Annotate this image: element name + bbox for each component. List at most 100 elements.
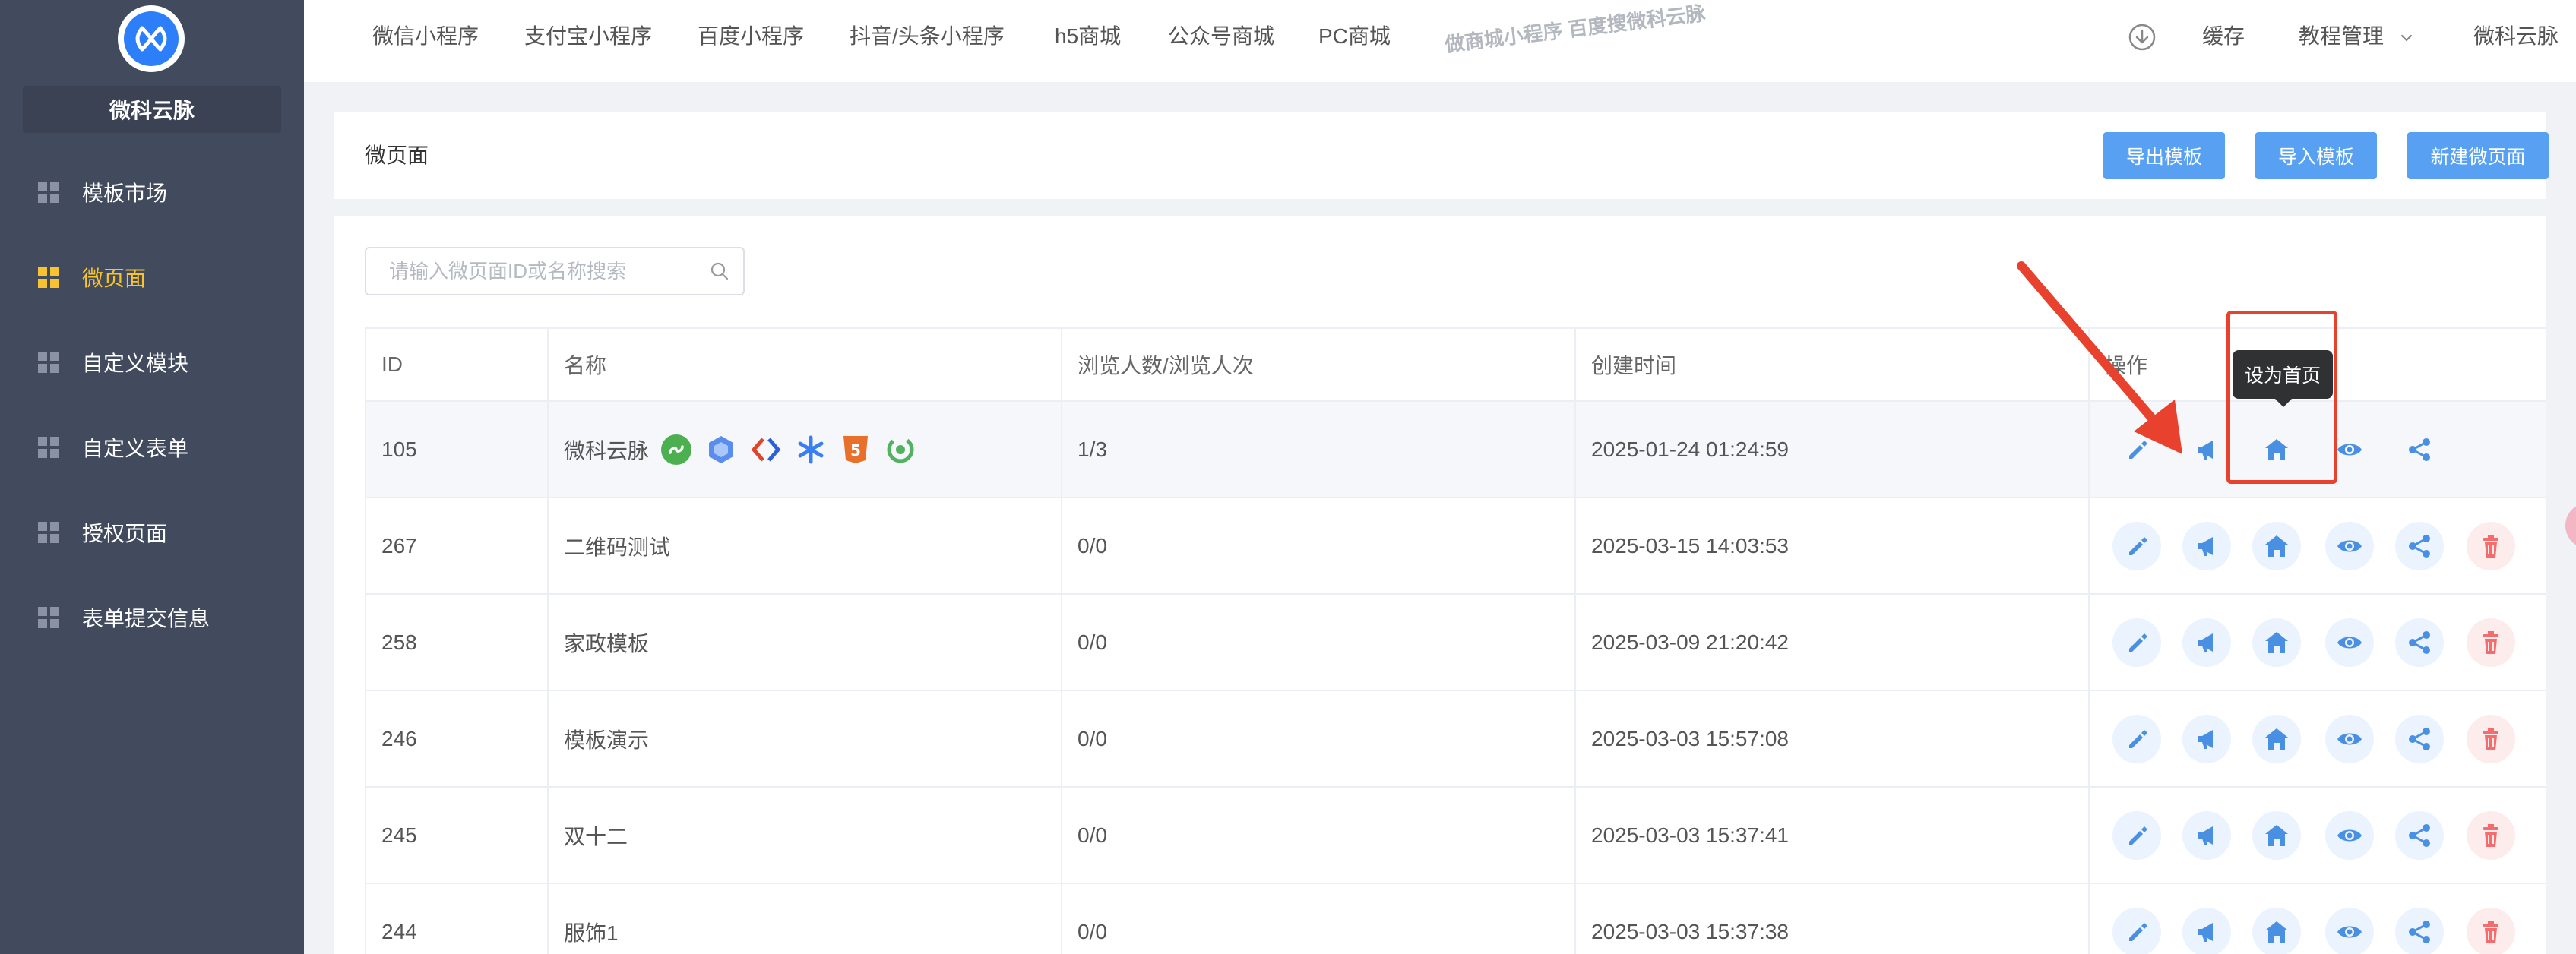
sidebar-item-custom-module[interactable]: 自定义模块: [0, 336, 304, 389]
header-id: ID: [366, 329, 549, 400]
page-header: 微页面 导出模板 导入模板 新建微页面: [334, 112, 2549, 199]
promote-button[interactable]: [2182, 810, 2231, 860]
delete-button[interactable]: [2467, 714, 2515, 763]
wechat-official-icon: [887, 436, 914, 463]
topnav-h5-mall[interactable]: h5商城: [1055, 0, 1121, 73]
share-button[interactable]: [2395, 907, 2444, 954]
home-icon: [2265, 728, 2288, 750]
share-icon: [2409, 630, 2430, 654]
topnav-baidu-miniprogram[interactable]: 百度小程序: [698, 0, 804, 73]
search-box: [365, 247, 745, 295]
search-icon[interactable]: [710, 261, 729, 281]
sidebar-item-form-submissions[interactable]: 表单提交信息: [0, 591, 304, 644]
grid-icon: [38, 437, 59, 458]
svg-text:5: 5: [850, 441, 861, 460]
promote-button[interactable]: [2182, 714, 2231, 763]
edit-button[interactable]: [2112, 521, 2161, 570]
header-name: 名称: [549, 329, 1062, 400]
home-icon: [2265, 535, 2288, 557]
sidebar-item-micro-page[interactable]: 微页面: [0, 251, 304, 304]
export-template-button[interactable]: 导出模板: [2103, 132, 2225, 179]
edit-button[interactable]: [2112, 810, 2161, 860]
eye-icon: [2337, 733, 2362, 744]
set-homepage-button[interactable]: [2252, 714, 2301, 763]
cell-created: 2025-03-03 15:37:41: [1576, 788, 2090, 883]
preview-button[interactable]: [2325, 521, 2374, 570]
set-homepage-button[interactable]: [2252, 810, 2301, 860]
baidu-icon: [752, 437, 780, 462]
promote-button[interactable]: [2182, 907, 2231, 954]
promote-button[interactable]: [2182, 618, 2231, 667]
topnav-pc-mall[interactable]: PC商城: [1318, 0, 1391, 73]
topnav-alipay-miniprogram[interactable]: 支付宝小程序: [524, 0, 652, 73]
table-row[interactable]: 258 家政模板 0/0 2025-03-09 21:20:42: [366, 595, 2546, 691]
topnav-official-account-mall[interactable]: 公众号商城: [1168, 0, 1274, 73]
table-row[interactable]: 246 模板演示 0/0 2025-03-03 15:57:08: [366, 691, 2546, 788]
promote-button[interactable]: [2182, 521, 2231, 570]
set-homepage-button[interactable]: [2252, 521, 2301, 570]
delete-button[interactable]: [2467, 810, 2515, 860]
cache-button[interactable]: 缓存: [2202, 0, 2245, 73]
row-actions: [2090, 691, 2546, 786]
edit-button[interactable]: [2112, 714, 2161, 763]
cell-views: 0/0: [1062, 595, 1576, 690]
preview-button[interactable]: [2325, 810, 2374, 860]
tutorial-menu[interactable]: 教程管理: [2299, 0, 2414, 73]
search-input[interactable]: [389, 248, 693, 294]
sidebar-item-label: 微页面: [82, 267, 147, 290]
cell-id: 105: [366, 402, 549, 497]
grid-icon: [38, 352, 59, 373]
table-row[interactable]: 245 双十二 0/0 2025-03-03 15:37:41: [366, 788, 2546, 884]
share-button[interactable]: [2395, 521, 2444, 570]
user-menu[interactable]: 微科云脉: [2473, 0, 2559, 73]
set-homepage-button[interactable]: [2252, 618, 2301, 667]
share-button[interactable]: [2395, 810, 2444, 860]
annotation-arrow-icon: [2017, 261, 2182, 454]
share-button[interactable]: [2395, 714, 2444, 763]
trash-icon: [2483, 534, 2498, 558]
grid-icon: [38, 522, 59, 543]
topnav-wechat-miniprogram[interactable]: 微信小程序: [372, 0, 479, 73]
sidebar-item-template-market[interactable]: 模板市场: [0, 166, 304, 219]
preview-button[interactable]: [2325, 907, 2374, 954]
grid-icon: [38, 182, 59, 203]
share-button[interactable]: [2395, 425, 2444, 474]
logo-mark-icon: [124, 11, 179, 66]
sidebar-item-label: 授权页面: [82, 522, 168, 545]
preview-button[interactable]: [2325, 618, 2374, 667]
topnav-douyin-miniprogram[interactable]: 抖音/头条小程序: [850, 0, 1005, 73]
channel-icons: 5: [660, 433, 929, 466]
new-micro-page-button[interactable]: 新建微页面: [2407, 132, 2549, 179]
header-views: 浏览人数/浏览人次: [1062, 329, 1576, 400]
import-template-button[interactable]: 导入模板: [2255, 132, 2377, 179]
micro-page-table: ID 名称 浏览人数/浏览人次 创建时间 操作 105 微科云脉 5 1/3 2…: [365, 327, 2546, 954]
delete-button[interactable]: [2467, 521, 2515, 570]
cell-name: 双十二: [549, 788, 1062, 883]
table-row[interactable]: 105 微科云脉 5 1/3 2025-01-24 01:24:59: [366, 402, 2546, 498]
delete-button[interactable]: [2467, 618, 2515, 667]
alipay-icon: [709, 435, 734, 463]
download-icon[interactable]: [2128, 23, 2157, 52]
share-button[interactable]: [2395, 618, 2444, 667]
megaphone-icon: [2198, 536, 2213, 556]
table-row[interactable]: 267 二维码测试 0/0 2025-03-15 14:03:53: [366, 498, 2546, 595]
sidebar-item-auth-page[interactable]: 授权页面: [0, 506, 304, 559]
share-icon: [2409, 920, 2430, 943]
home-icon: [2265, 921, 2288, 943]
megaphone-icon: [2198, 729, 2213, 749]
set-homepage-button[interactable]: [2252, 907, 2301, 954]
floating-widget[interactable]: [2565, 503, 2576, 548]
cell-views: 1/3: [1062, 402, 1576, 497]
table-row[interactable]: 244 服饰1 0/0 2025-03-03 15:37:38: [366, 884, 2546, 954]
tooltip-arrow: [2275, 399, 2292, 407]
sidebar-item-custom-form[interactable]: 自定义表单: [0, 421, 304, 474]
eye-icon: [2337, 829, 2362, 841]
megaphone-icon: [2198, 922, 2213, 942]
trash-icon: [2483, 920, 2498, 943]
edit-button[interactable]: [2112, 907, 2161, 954]
preview-button[interactable]: [2325, 714, 2374, 763]
edit-button[interactable]: [2112, 618, 2161, 667]
delete-button[interactable]: [2467, 907, 2515, 954]
app-logo[interactable]: [118, 5, 185, 72]
cell-views: 0/0: [1062, 884, 1576, 954]
